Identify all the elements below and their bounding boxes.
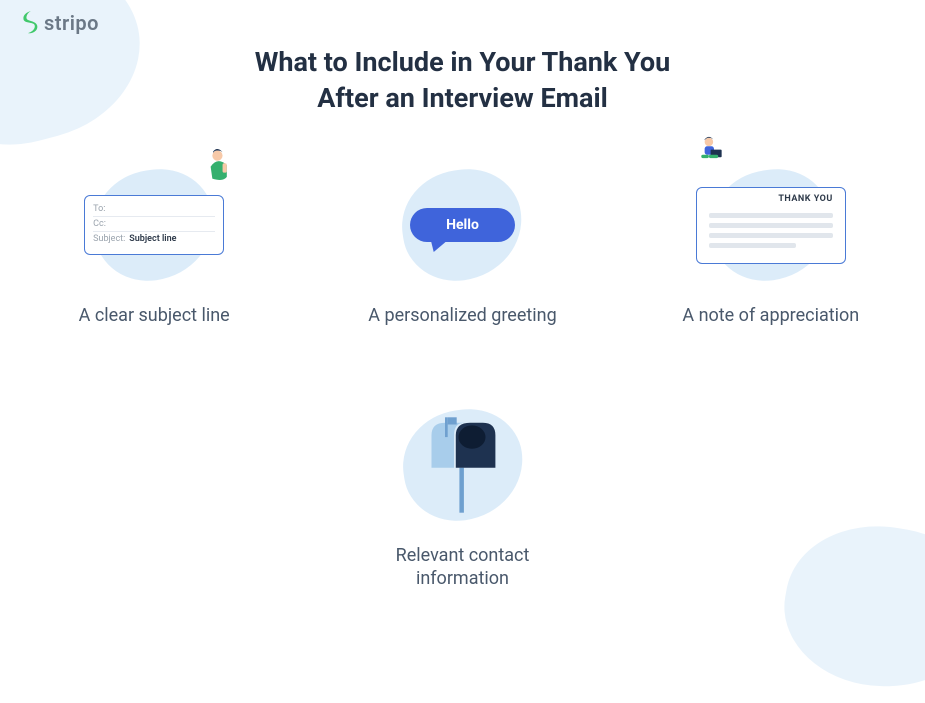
brand-name: stripo — [44, 11, 99, 35]
top-row: To: Cc: Subject: Subject line A clear su… — [0, 160, 925, 327]
caption-contact-line1: Relevant contact — [396, 545, 530, 566]
person-peeking-icon — [202, 148, 238, 182]
email-subject-row: Subject: Subject line — [93, 232, 215, 246]
card-greeting: Hello A personalized greeting — [322, 160, 602, 327]
to-label: To: — [93, 204, 105, 214]
note-heading: THANK YOU — [778, 194, 832, 204]
card-appreciation: THANK YOU A note of appreciation — [631, 160, 911, 327]
person-with-laptop-icon — [697, 136, 731, 170]
email-to-row: To: — [93, 202, 215, 217]
illustration-greeting: Hello — [372, 160, 552, 290]
stripo-logo-icon — [18, 10, 40, 36]
card-contact-info: Relevant contact information — [323, 400, 603, 591]
caption-greeting: A personalized greeting — [368, 304, 556, 327]
cc-label: Cc: — [93, 219, 106, 229]
page-title: What to Include in Your Thank You After … — [0, 44, 925, 117]
thank-you-note: THANK YOU — [696, 187, 846, 264]
caption-appreciation: A note of appreciation — [682, 304, 859, 327]
email-header-box: To: Cc: Subject: Subject line — [84, 195, 224, 255]
caption-contact-info: Relevant contact information — [396, 544, 530, 591]
bottom-row: Relevant contact information — [0, 400, 925, 591]
brand-logo: stripo — [18, 10, 99, 36]
title-line-1: What to Include in Your Thank You — [255, 46, 671, 78]
mailbox-icon — [418, 415, 508, 515]
subject-value: Subject line — [129, 234, 176, 244]
email-cc-row: Cc: — [93, 217, 215, 232]
note-line — [709, 213, 833, 218]
illustration-subject-line: To: Cc: Subject: Subject line — [64, 160, 244, 290]
caption-subject-line: A clear subject line — [79, 304, 230, 327]
subject-label: Subject: — [93, 234, 125, 244]
title-line-2: After an Interview Email — [317, 82, 608, 114]
illustration-appreciation: THANK YOU — [681, 160, 861, 290]
illustration-contact-info — [373, 400, 553, 530]
caption-contact-line2: information — [416, 568, 509, 589]
note-line — [709, 223, 833, 228]
note-line — [709, 233, 833, 238]
bubble-text: Hello — [446, 217, 479, 233]
card-subject-line: To: Cc: Subject: Subject line A clear su… — [14, 160, 294, 327]
note-line — [709, 243, 796, 248]
speech-bubble: Hello — [410, 208, 515, 242]
